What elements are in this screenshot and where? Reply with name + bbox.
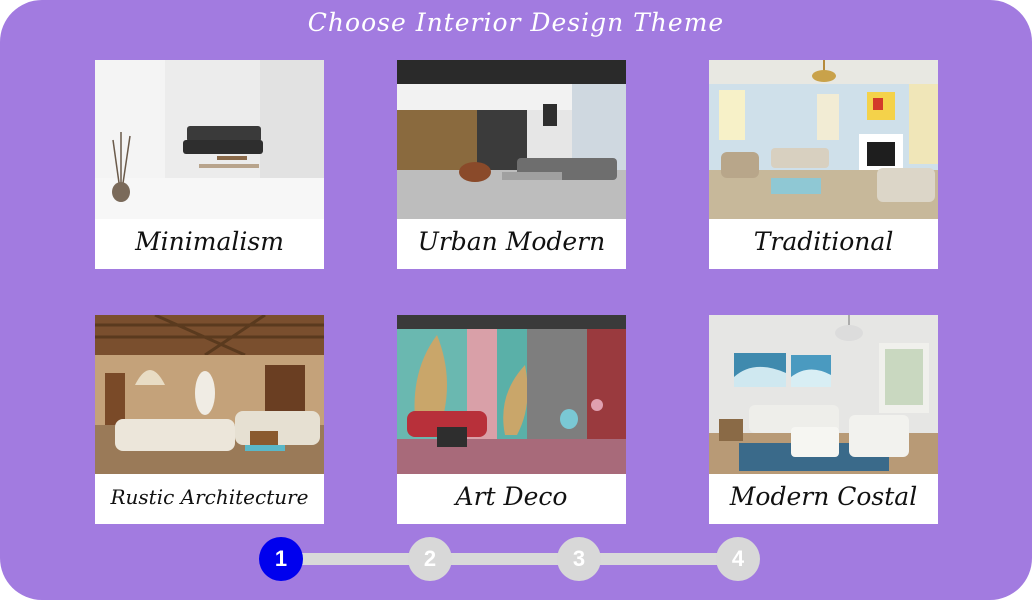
theme-image-urban-modern xyxy=(397,60,626,219)
step-1[interactable]: 1 xyxy=(259,537,303,581)
theme-image-rustic-architecture xyxy=(95,315,324,474)
step-4[interactable]: 4 xyxy=(716,537,760,581)
theme-label-modern-costal: Modern Costal xyxy=(729,482,918,511)
theme-card-modern-costal[interactable]: Modern Costal xyxy=(709,315,938,524)
step-3[interactable]: 3 xyxy=(557,537,601,581)
theme-card-rustic-architecture[interactable]: Rustic Architecture xyxy=(95,315,324,524)
theme-label-traditional: Traditional xyxy=(753,227,894,256)
theme-label-minimalism: Minimalism xyxy=(135,227,284,256)
theme-image-minimalism xyxy=(95,60,324,219)
stepper-track xyxy=(280,553,740,565)
theme-card-urban-modern[interactable]: Urban Modern xyxy=(397,60,626,269)
theme-label-urban-modern: Urban Modern xyxy=(417,227,606,256)
theme-card-minimalism[interactable]: Minimalism xyxy=(95,60,324,269)
step-2[interactable]: 2 xyxy=(408,537,452,581)
theme-label-art-deco: Art Deco xyxy=(455,482,568,511)
page-title: Choose Interior Design Theme xyxy=(307,8,725,37)
theme-card-art-deco[interactable]: Art Deco xyxy=(397,315,626,524)
theme-image-traditional xyxy=(709,60,938,219)
theme-label-rustic-architecture: Rustic Architecture xyxy=(110,485,309,509)
theme-image-art-deco xyxy=(397,315,626,474)
theme-card-traditional[interactable]: Traditional xyxy=(709,60,938,269)
theme-image-modern-costal xyxy=(709,315,938,474)
